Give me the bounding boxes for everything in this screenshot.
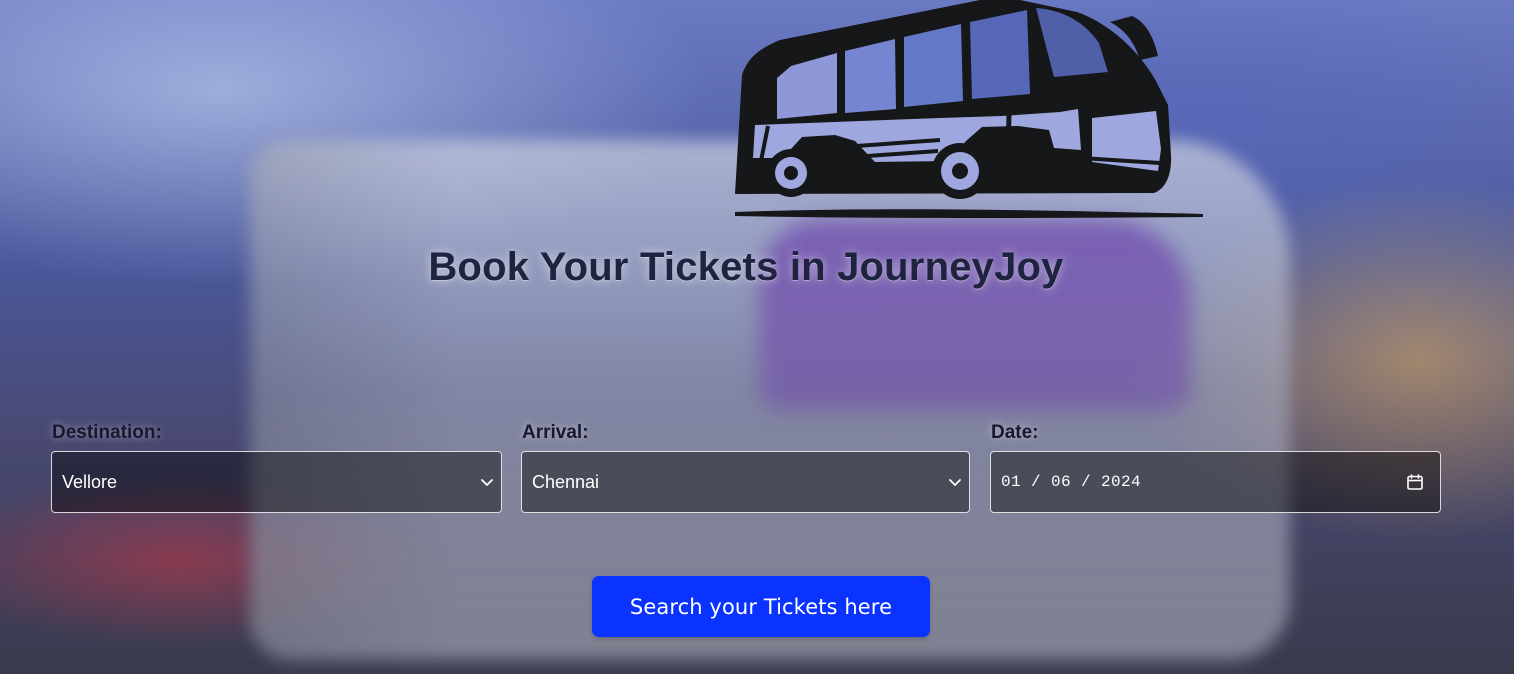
bus-icon	[735, 0, 1203, 218]
search-tickets-button[interactable]: Search your Tickets here	[592, 576, 930, 637]
date-field: Date: 01 / 06 / 2024	[990, 422, 1441, 513]
ticket-search-form: Destination: Vellore Arrival: Chennai Da…	[51, 422, 1441, 514]
chevron-down-icon	[481, 479, 493, 486]
chevron-down-icon	[949, 479, 961, 486]
destination-field: Destination: Vellore	[51, 422, 502, 513]
destination-select[interactable]: Vellore	[51, 451, 502, 513]
arrival-select[interactable]: Chennai	[521, 451, 970, 513]
calendar-icon[interactable]	[1406, 473, 1424, 491]
arrival-label: Arrival:	[522, 422, 589, 443]
page-title: Book Your Tickets in JourneyJoy	[428, 245, 1064, 289]
arrival-field: Arrival: Chennai	[521, 422, 970, 513]
date-value: 01 / 06 / 2024	[1001, 473, 1142, 491]
destination-label: Destination:	[52, 422, 162, 443]
arrival-value: Chennai	[532, 472, 600, 492]
date-input[interactable]: 01 / 06 / 2024	[990, 451, 1441, 513]
date-label: Date:	[991, 422, 1039, 443]
destination-value: Vellore	[62, 472, 118, 492]
